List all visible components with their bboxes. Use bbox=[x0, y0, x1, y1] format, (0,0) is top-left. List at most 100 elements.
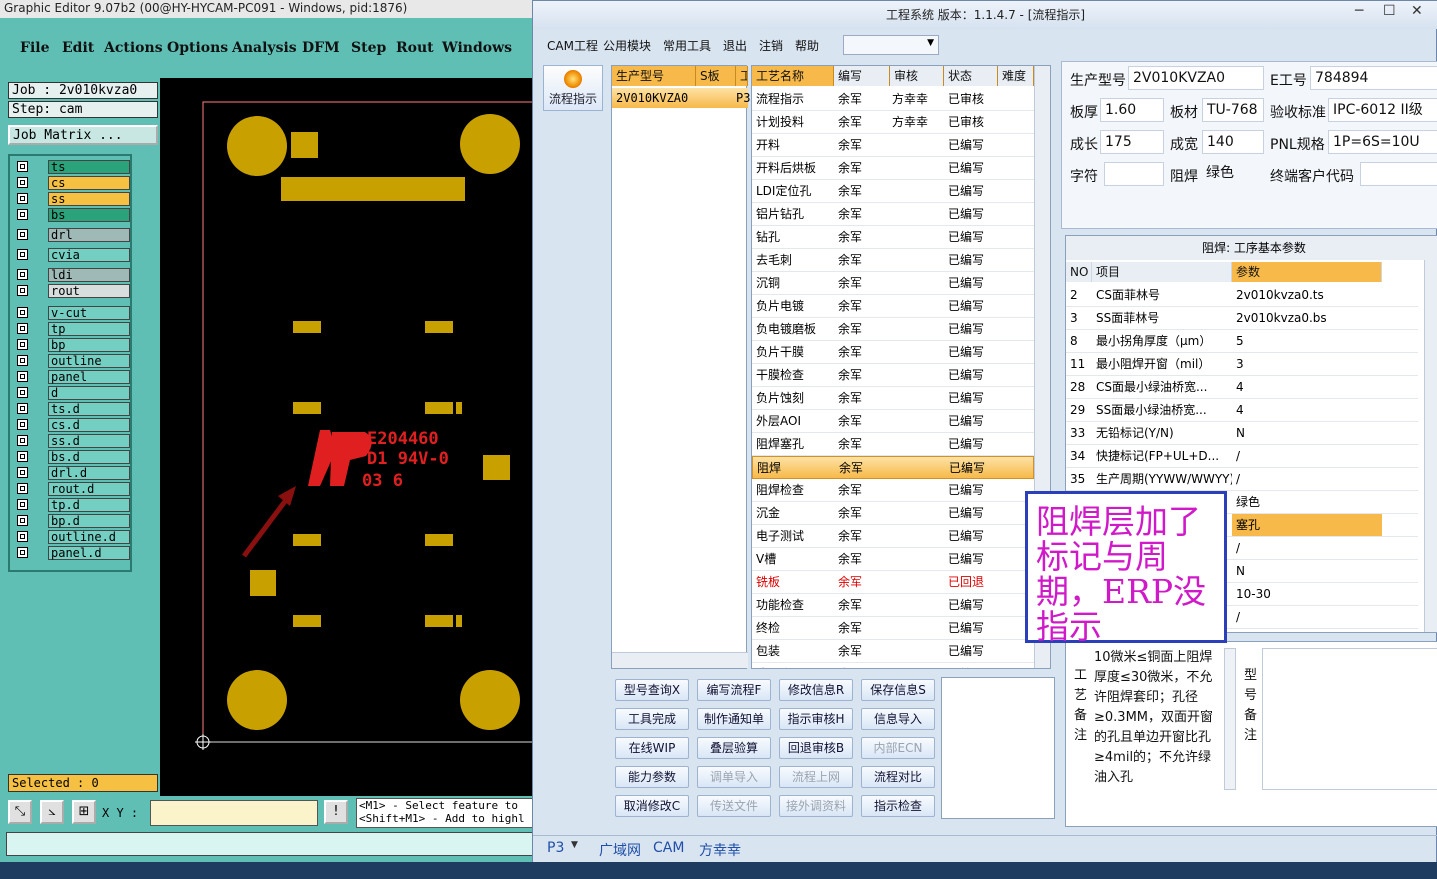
eno-field[interactable]: 784894 bbox=[1310, 66, 1437, 90]
menu-rout[interactable]: Rout bbox=[396, 40, 434, 56]
layer-checkbox[interactable] bbox=[17, 451, 28, 462]
process-row[interactable]: 阻焊 余军 已编写 bbox=[752, 456, 1034, 479]
action-button[interactable]: 在线WIP bbox=[615, 737, 689, 759]
layer-name[interactable]: cvia bbox=[48, 248, 130, 262]
layer-name[interactable]: v-cut bbox=[48, 306, 130, 320]
process-row[interactable]: 钻孔 余军 已编写 bbox=[752, 226, 1034, 249]
action-button[interactable]: 保存信息S bbox=[861, 679, 935, 701]
layer-row[interactable]: outline.d bbox=[14, 530, 130, 544]
process-row[interactable]: V槽 余军 已编写 bbox=[752, 548, 1034, 571]
param-row[interactable]: 11 最小阻焊开窗（mil） 3 bbox=[1066, 353, 1418, 376]
param-row[interactable]: 35 生产周期(YYWW/WWYY) / bbox=[1066, 468, 1418, 491]
menu-analysis[interactable]: Analysis bbox=[232, 40, 297, 56]
graphics-canvas[interactable]: E204460 D1 94V-0 03 6 bbox=[160, 78, 532, 796]
process-row[interactable]: 阻焊检查 余军 已编写 bbox=[752, 479, 1034, 502]
process-row[interactable]: 流程指示 余军 方幸幸 已审核 bbox=[752, 88, 1034, 111]
chevron-down-icon[interactable]: ▼ bbox=[571, 840, 578, 850]
layer-row[interactable]: panel bbox=[14, 370, 130, 384]
action-button[interactable]: 指示检查 bbox=[861, 795, 935, 817]
layer-name[interactable]: ss.d bbox=[48, 434, 130, 448]
tab-wan[interactable]: 广域网 bbox=[599, 840, 641, 860]
layer-row[interactable]: bs bbox=[14, 208, 130, 222]
layer-row[interactable]: ts bbox=[14, 160, 130, 174]
layer-row[interactable]: bp.d bbox=[14, 514, 130, 528]
header-item[interactable]: 项目 bbox=[1092, 262, 1232, 282]
layer-row[interactable]: bp bbox=[14, 338, 130, 352]
char-field[interactable] bbox=[1104, 162, 1164, 186]
layer-checkbox[interactable] bbox=[17, 531, 28, 542]
menu-tools[interactable]: 常用工具 bbox=[663, 37, 711, 54]
layer-name[interactable]: ts bbox=[48, 160, 130, 174]
layer-name[interactable]: cs bbox=[48, 176, 130, 190]
layer-checkbox[interactable] bbox=[17, 307, 28, 318]
layer-checkbox[interactable] bbox=[17, 387, 28, 398]
layer-row[interactable]: tp.d bbox=[14, 498, 130, 512]
action-button[interactable]: 制作通知单 bbox=[697, 708, 771, 730]
layer-name[interactable]: panel.d bbox=[48, 546, 130, 560]
grid-snap-icon[interactable]: ⊞ bbox=[72, 800, 96, 824]
standard-field[interactable]: IPC-6012 II级 bbox=[1328, 98, 1437, 122]
layer-checkbox[interactable] bbox=[17, 355, 28, 366]
menu-windows[interactable]: Windows bbox=[442, 40, 512, 56]
layer-name[interactable]: ss bbox=[48, 192, 130, 206]
menu-edit[interactable]: Edit bbox=[62, 40, 94, 56]
param-row[interactable]: 29 SS面最小绿油桥宽... 4 bbox=[1066, 399, 1418, 422]
layer-checkbox[interactable] bbox=[17, 403, 28, 414]
layer-row[interactable]: drl.d bbox=[14, 466, 130, 480]
thickness-field[interactable]: 1.60 bbox=[1100, 98, 1164, 122]
layer-name[interactable]: rout bbox=[48, 284, 130, 298]
action-button[interactable]: 型号查询X bbox=[615, 679, 689, 701]
menu-help[interactable]: 帮助 bbox=[795, 37, 819, 54]
layer-row[interactable]: outline bbox=[14, 354, 130, 368]
zoom-fit-icon[interactable]: ⤡ bbox=[8, 800, 32, 824]
menu-logout[interactable]: 注销 bbox=[759, 37, 783, 54]
grid-header-model[interactable]: 生产型号 bbox=[612, 66, 696, 86]
action-button[interactable]: 取消修改C bbox=[615, 795, 689, 817]
param-row[interactable]: 2 CS面菲林号 2v010kvza0.ts bbox=[1066, 284, 1418, 307]
action-button[interactable]: 传送文件 bbox=[697, 795, 771, 817]
close-icon[interactable]: ✕ bbox=[1411, 1, 1423, 21]
action-button[interactable]: 流程对比 bbox=[861, 766, 935, 788]
process-row[interactable]: 负电镀磨板 余军 已编写 bbox=[752, 318, 1034, 341]
minimize-icon[interactable]: ─ bbox=[1355, 1, 1363, 21]
param-row[interactable]: 28 CS面最小绿油桥宽... 4 bbox=[1066, 376, 1418, 399]
table-row[interactable]: 2V010KVZA0 P3 bbox=[612, 88, 750, 108]
toolbar-combo[interactable]: ▼ bbox=[843, 35, 939, 55]
process-row[interactable]: 负片干膜 余军 已编写 bbox=[752, 341, 1034, 364]
layer-checkbox[interactable] bbox=[17, 467, 28, 478]
menu-public[interactable]: 公用模块 bbox=[603, 37, 651, 54]
process-row[interactable]: 负片电镀 余军 已编写 bbox=[752, 295, 1034, 318]
action-button[interactable]: 接外调资料 bbox=[779, 795, 853, 817]
process-row[interactable]: 功能检查 余军 已编写 bbox=[752, 594, 1034, 617]
horizontal-scrollbar[interactable] bbox=[612, 652, 748, 668]
length-field[interactable]: 175 bbox=[1100, 130, 1164, 154]
layer-name[interactable]: cs.d bbox=[48, 418, 130, 432]
param-row[interactable]: 33 无铅标记(Y/N) N bbox=[1066, 422, 1418, 445]
layer-name[interactable]: d bbox=[48, 386, 130, 400]
action-button[interactable]: 指示审核H bbox=[779, 708, 853, 730]
process-row[interactable]: 电子测试 余军 已编写 bbox=[752, 525, 1034, 548]
width-field[interactable]: 140 bbox=[1202, 130, 1264, 154]
layer-row[interactable]: ss bbox=[14, 192, 130, 206]
soldermask-field[interactable]: 绿色 bbox=[1202, 162, 1264, 186]
layer-name[interactable]: outline bbox=[48, 354, 130, 368]
menu-actions[interactable]: Actions bbox=[104, 40, 163, 56]
layer-checkbox[interactable] bbox=[17, 419, 28, 430]
action-button[interactable]: 回退审核B bbox=[779, 737, 853, 759]
layer-name[interactable]: bs bbox=[48, 208, 130, 222]
maximize-icon[interactable]: ☐ bbox=[1383, 1, 1396, 21]
header-reviewer[interactable]: 审核 bbox=[890, 66, 944, 86]
process-row[interactable]: LDI定位孔 余军 已编写 bbox=[752, 180, 1034, 203]
process-row[interactable]: 开料 余军 已编写 bbox=[752, 134, 1034, 157]
layer-name[interactable]: tp.d bbox=[48, 498, 130, 512]
layer-checkbox[interactable] bbox=[17, 547, 28, 558]
measure-icon[interactable]: ⦣ bbox=[40, 800, 64, 824]
process-row[interactable]: 铝片钻孔 余军 已编写 bbox=[752, 203, 1034, 226]
layer-row[interactable]: drl bbox=[14, 228, 130, 242]
layer-checkbox[interactable] bbox=[17, 193, 28, 204]
material-field[interactable]: TU-768 bbox=[1202, 98, 1264, 122]
process-notes-text[interactable]: 10微米≤铜面上阻焊厚度≤30微米，不允许阻焊套印；孔径≥0.3MM，双面开窗的… bbox=[1094, 648, 1222, 792]
menu-cam[interactable]: CAM工程 bbox=[547, 37, 598, 54]
params-scrollbar[interactable] bbox=[1424, 260, 1437, 632]
layer-row[interactable]: rout bbox=[14, 284, 130, 298]
